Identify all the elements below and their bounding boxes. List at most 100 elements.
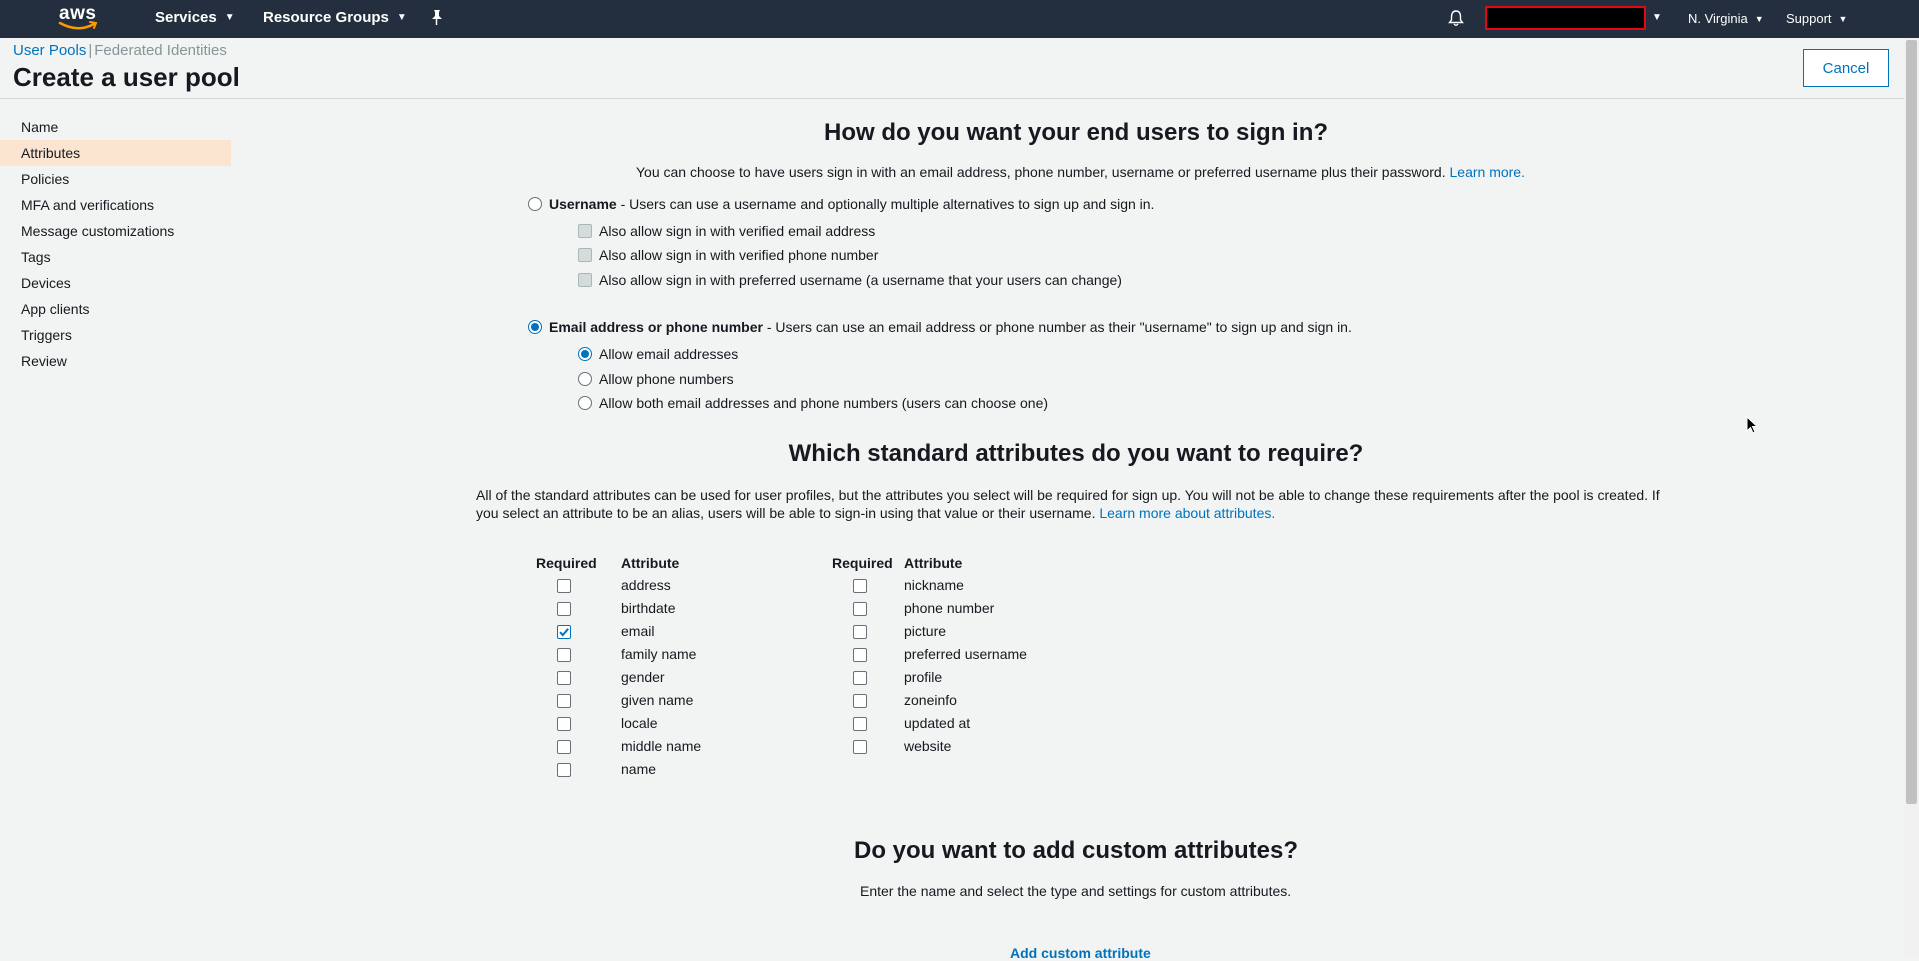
resource-groups-menu[interactable]: Resource Groups ▼ — [263, 9, 407, 26]
add-custom-attribute-link[interactable]: Add custom attribute — [1010, 945, 1151, 961]
attributes-heading: Which standard attributes do you want to… — [788, 440, 1364, 467]
cancel-button[interactable]: Cancel — [1803, 49, 1889, 87]
preferred-username-checkbox[interactable] — [578, 273, 592, 287]
sidebar-item-triggers[interactable]: Triggers — [0, 322, 231, 348]
require-middle-name-checkbox[interactable] — [557, 740, 571, 754]
allow-phone-radio[interactable] — [578, 372, 592, 386]
attribute-name: email — [621, 623, 655, 639]
require-family-name-checkbox[interactable] — [557, 648, 571, 662]
attribute-name: family name — [621, 646, 697, 662]
username-option-title: Username — [549, 196, 617, 212]
require-given-name-checkbox[interactable] — [557, 694, 571, 708]
sidebar-item-tags[interactable]: Tags — [0, 244, 231, 270]
sidebar-item-message-customizations[interactable]: Message customizations — [0, 218, 231, 244]
email-or-phone-radio[interactable] — [528, 320, 542, 334]
require-updated-at-checkbox[interactable] — [853, 717, 867, 731]
user-pools-link[interactable]: User Pools — [13, 42, 86, 59]
mouse-cursor — [1746, 416, 1758, 434]
attribute-name: zoneinfo — [904, 692, 957, 708]
require-address-checkbox[interactable] — [557, 579, 571, 593]
chevron-down-icon: ▼ — [1838, 14, 1848, 24]
pin-icon[interactable] — [430, 9, 444, 27]
sidebar-item-name[interactable]: Name — [0, 114, 231, 140]
attribute-name: updated at — [904, 715, 971, 731]
require-profile-checkbox[interactable] — [853, 671, 867, 685]
services-menu[interactable]: Services ▼ — [155, 9, 235, 26]
username-option-label[interactable]: Username - Users can use a username and … — [549, 196, 1154, 212]
require-nickname-checkbox[interactable] — [853, 579, 867, 593]
header-divider — [0, 98, 1904, 99]
wizard-steps-sidebar: Name Attributes Policies MFA and verific… — [0, 114, 231, 374]
sidebar-item-review[interactable]: Review — [0, 348, 231, 374]
learn-more-attributes-link[interactable]: Learn more about attributes. — [1099, 505, 1275, 521]
attribute-name: given name — [621, 692, 694, 708]
username-option-desc: - Users can use a username and optionall… — [616, 196, 1155, 212]
attribute-name: name — [621, 761, 657, 777]
left-attribute-header: Attribute — [621, 555, 680, 571]
require-gender-checkbox[interactable] — [557, 671, 571, 685]
require-phone-number-checkbox[interactable] — [853, 602, 867, 616]
sidebar-item-policies[interactable]: Policies — [0, 166, 231, 192]
attribute-name: website — [904, 738, 952, 754]
attributes-description: All of the standard attributes can be us… — [476, 486, 1666, 522]
sidebar-item-app-clients[interactable]: App clients — [0, 296, 231, 322]
allow-phone-label[interactable]: Allow phone numbers — [599, 371, 734, 387]
username-radio[interactable] — [528, 197, 542, 211]
verified-phone-checkbox[interactable] — [578, 248, 592, 262]
attribute-name: preferred username — [904, 646, 1027, 662]
allow-email-radio[interactable] — [578, 347, 592, 361]
federated-identities-link[interactable]: Federated Identities — [94, 42, 227, 59]
sidebar-item-mfa-and-verifications[interactable]: MFA and verifications — [0, 192, 231, 218]
aws-logo[interactable]: aws — [58, 3, 104, 33]
require-locale-checkbox[interactable] — [557, 717, 571, 731]
require-birthdate-checkbox[interactable] — [557, 602, 571, 616]
check-icon — [559, 628, 569, 637]
attribute-name: gender — [621, 669, 665, 685]
email-or-phone-option-title: Email address or phone number — [549, 319, 763, 335]
require-zoneinfo-checkbox[interactable] — [853, 694, 867, 708]
email-or-phone-option-desc: - Users can use an email address or phon… — [762, 319, 1352, 335]
chevron-down-icon: ▼ — [396, 12, 407, 23]
top-navigation-bar: aws Services ▼ Resource Groups ▼ ▼ N. Virg… — [0, 0, 1919, 38]
aws-smile-icon — [58, 21, 98, 30]
require-preferred-username-checkbox[interactable] — [853, 648, 867, 662]
attribute-name: birthdate — [621, 600, 676, 616]
preferred-username-label[interactable]: Also allow sign in with preferred userna… — [599, 272, 1122, 288]
bell-icon[interactable] — [1448, 9, 1464, 27]
attribute-name: locale — [621, 715, 658, 731]
require-website-checkbox[interactable] — [853, 740, 867, 754]
support-label: Support — [1786, 11, 1832, 26]
allow-both-label[interactable]: Allow both email addresses and phone num… — [599, 395, 1048, 411]
custom-attributes-heading: Do you want to add custom attributes? — [853, 837, 1298, 864]
chevron-down-icon: ▼ — [1754, 14, 1764, 24]
page-title: Create a user pool — [13, 62, 240, 92]
right-attribute-header: Attribute — [904, 555, 963, 571]
page-scrollbar-thumb[interactable] — [1906, 40, 1917, 804]
require-email-checkbox[interactable] — [557, 625, 571, 639]
attribute-name: nickname — [904, 577, 964, 593]
resource-groups-label: Resource Groups — [263, 9, 389, 26]
verified-email-label[interactable]: Also allow sign in with verified email a… — [599, 223, 875, 239]
attribute-name: profile — [904, 669, 943, 685]
allow-email-label[interactable]: Allow email addresses — [599, 346, 738, 362]
support-menu[interactable]: Support ▼ — [1786, 11, 1847, 26]
sidebar-item-devices[interactable]: Devices — [0, 270, 231, 296]
services-label: Services — [155, 9, 217, 26]
email-or-phone-option-label[interactable]: Email address or phone number - Users ca… — [549, 319, 1352, 335]
verified-phone-label[interactable]: Also allow sign in with verified phone n… — [599, 247, 878, 263]
signin-intro: You can choose to have users sign in wit… — [636, 164, 1525, 180]
region-label: N. Virginia — [1688, 11, 1748, 26]
require-name-checkbox[interactable] — [557, 763, 571, 777]
breadcrumb-separator: | — [88, 42, 93, 59]
allow-both-radio[interactable] — [578, 396, 592, 410]
sidebar-item-attributes[interactable]: Attributes — [0, 140, 231, 166]
verified-email-checkbox[interactable] — [578, 224, 592, 238]
chevron-down-icon[interactable]: ▼ — [1652, 12, 1662, 23]
chevron-down-icon: ▼ — [224, 12, 235, 23]
region-menu[interactable]: N. Virginia ▼ — [1688, 11, 1764, 26]
learn-more-link[interactable]: Learn more. — [1450, 164, 1525, 180]
left-required-header: Required — [536, 555, 597, 571]
attribute-name: middle name — [621, 738, 702, 754]
require-picture-checkbox[interactable] — [853, 625, 867, 639]
account-menu[interactable] — [1485, 6, 1646, 30]
